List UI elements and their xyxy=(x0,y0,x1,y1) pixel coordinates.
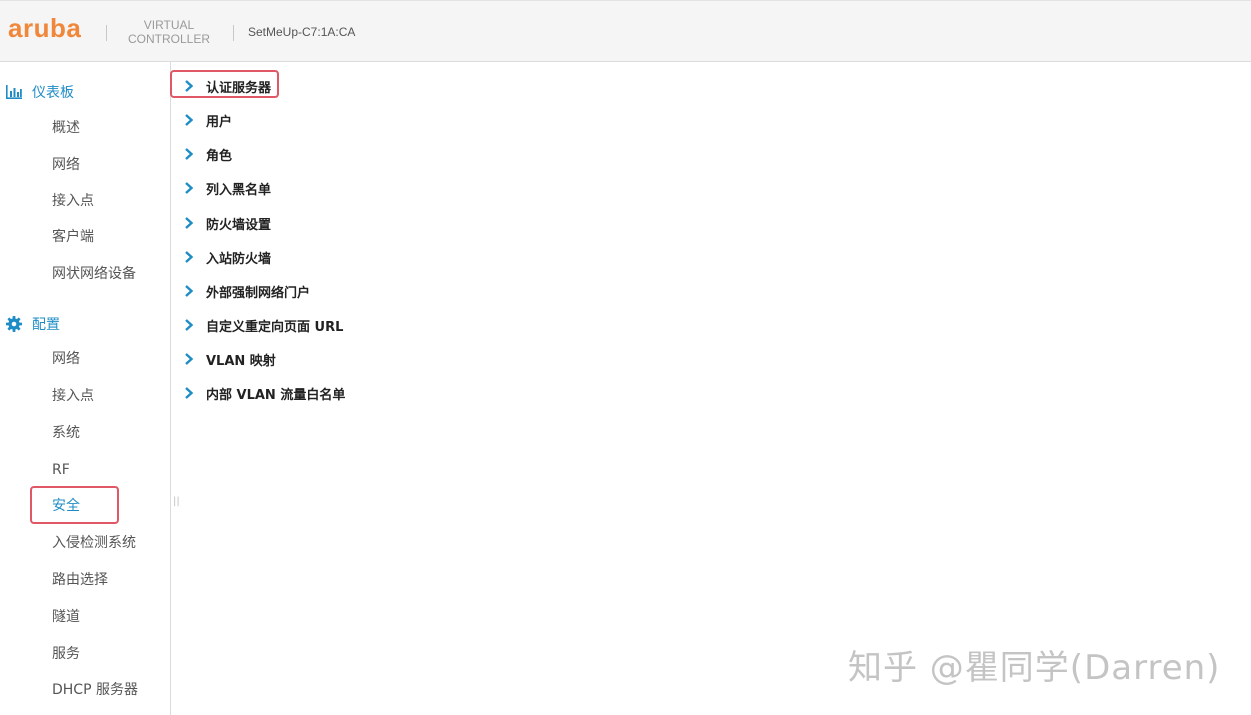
sidebar-item-rf[interactable]: RF xyxy=(52,461,70,479)
sidebar: 仪表板 概述 网络 接入点 客户端 网状网络设备 配置 网络 接入点 系统 RF… xyxy=(0,62,171,715)
sidebar-item-services[interactable]: 服务 xyxy=(52,645,80,663)
aruba-logo[interactable]: aruba xyxy=(8,13,81,44)
sidebar-item-networks[interactable]: 网络 xyxy=(52,156,80,174)
device-name: SetMeUp-C7:1A:CA xyxy=(248,25,356,39)
chevron-right-icon xyxy=(185,114,194,126)
sidebar-item-config-access-points[interactable]: 接入点 xyxy=(52,387,94,405)
chevron-right-icon xyxy=(185,319,194,331)
chevron-right-icon xyxy=(185,387,194,399)
chevron-right-icon xyxy=(185,285,194,297)
sidebar-item-clients[interactable]: 客户端 xyxy=(52,228,94,246)
sidebar-item-ids[interactable]: 入侵检测系统 xyxy=(52,534,136,552)
sidebar-item-tunneling[interactable]: 隧道 xyxy=(52,608,80,626)
chevron-right-icon xyxy=(185,217,194,229)
sidebar-item-config-networks[interactable]: 网络 xyxy=(52,350,80,368)
chevron-right-icon xyxy=(185,148,194,160)
security-highlight-box xyxy=(30,486,119,524)
section-firewall-settings[interactable]: 防火墙设置 xyxy=(184,214,271,233)
sidebar-section-dashboard[interactable]: 仪表板 xyxy=(5,82,74,102)
chevron-right-icon xyxy=(185,80,194,92)
section-auth-servers[interactable]: 认证服务器 xyxy=(184,77,271,96)
resize-handle[interactable]: || xyxy=(173,496,180,510)
section-vlan-mapping[interactable]: VLAN 映射 xyxy=(184,350,276,369)
sidebar-section-title: 仪表板 xyxy=(32,85,74,101)
product-name: VIRTUAL CONTROLLER xyxy=(128,18,211,46)
sidebar-item-system[interactable]: 系统 xyxy=(52,424,80,442)
section-blacklisting[interactable]: 列入黑名单 xyxy=(184,179,271,198)
chevron-right-icon xyxy=(185,353,194,365)
section-roles[interactable]: 角色 xyxy=(184,145,232,164)
header-divider xyxy=(233,25,234,41)
sidebar-section-config[interactable]: 配置 xyxy=(5,314,60,334)
sidebar-item-overview[interactable]: 概述 xyxy=(52,119,80,137)
section-custom-redirect-url[interactable]: 自定义重定向页面 URL xyxy=(184,316,343,335)
chevron-right-icon xyxy=(185,182,194,194)
top-bar: aruba VIRTUAL CONTROLLER SetMeUp-C7:1A:C… xyxy=(0,0,1251,62)
header-divider xyxy=(106,25,107,41)
sidebar-item-access-points[interactable]: 接入点 xyxy=(52,192,94,210)
sidebar-item-routing[interactable]: 路由选择 xyxy=(52,571,108,589)
gear-icon xyxy=(6,316,22,332)
sidebar-item-mesh-devices[interactable]: 网状网络设备 xyxy=(52,265,136,283)
section-internal-vlan-whitelist[interactable]: 内部 VLAN 流量白名单 xyxy=(184,384,345,403)
section-external-captive-portal[interactable]: 外部强制网络门户 xyxy=(184,282,310,301)
bar-chart-icon xyxy=(6,85,22,99)
section-inbound-firewall[interactable]: 入站防火墙 xyxy=(184,248,271,267)
sidebar-section-title: 配置 xyxy=(32,317,60,333)
sidebar-item-dhcp-server[interactable]: DHCP 服务器 xyxy=(52,681,138,699)
watermark: 知乎 @瞿同学(Darren) xyxy=(848,648,1221,688)
chevron-right-icon xyxy=(185,251,194,263)
section-users[interactable]: 用户 xyxy=(184,111,232,130)
